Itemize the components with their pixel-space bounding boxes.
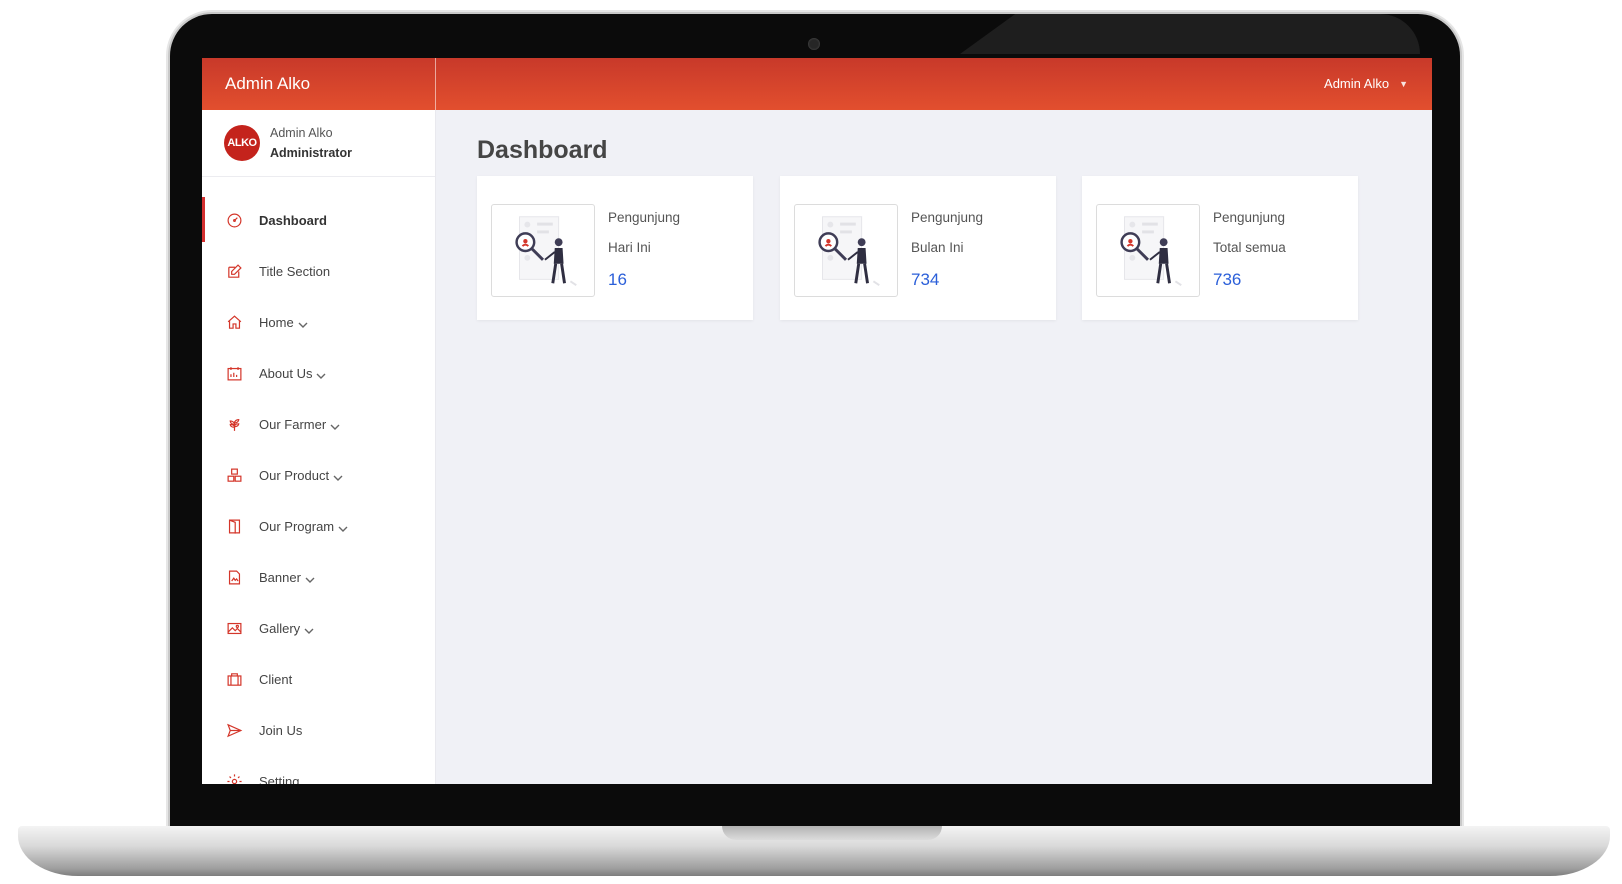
sidebar-item-label: Gallery <box>259 621 301 636</box>
chevron-down-icon <box>330 420 340 430</box>
sidebar-item-title-section[interactable]: Title Section <box>202 246 435 297</box>
screen: Admin Alko Admin Alko ▼ ALKO Admin Alko … <box>202 58 1432 784</box>
sidebar-item-home[interactable]: Home <box>202 297 435 348</box>
sidebar-item-label: Our Farmer <box>259 417 327 432</box>
sidebar-nav: Dashboard Title Section Home About Us Ou… <box>202 177 435 784</box>
card-sublabel: Bulan Ini <box>911 240 964 255</box>
base-notch <box>722 826 942 840</box>
top-navbar: Admin Alko Admin Alko ▼ <box>202 58 1432 110</box>
sidebar-item-label: Client <box>259 672 293 687</box>
lid-reflection <box>960 14 1420 54</box>
brand-title[interactable]: Admin Alko <box>202 58 436 110</box>
sidebar-item-label: Home <box>259 315 294 330</box>
sidebar-item-setting[interactable]: Setting <box>202 756 435 784</box>
card-value: 16 <box>608 270 627 289</box>
calendar-chart-icon <box>225 365 243 383</box>
sidebar-item-client[interactable]: Client <box>202 654 435 705</box>
gauge-icon <box>225 212 243 230</box>
sidebar-item-join-us[interactable]: Join Us <box>202 705 435 756</box>
edit-icon <box>225 263 243 281</box>
sidebar-item-label: Our Program <box>259 519 335 534</box>
search-person-illustration <box>491 204 595 297</box>
sidebar-item-about-us[interactable]: About Us <box>202 348 435 399</box>
sidebar-item-label: Our Product <box>259 468 330 483</box>
search-person-illustration <box>794 204 898 297</box>
card-value: 734 <box>911 270 940 289</box>
visitor-card-month: Pengunjung Bulan Ini 734 <box>780 176 1056 320</box>
chevron-down-icon <box>298 318 308 328</box>
sidebar-item-label: Setting <box>259 774 300 784</box>
sidebar-item-label: Dashboard <box>259 213 327 228</box>
file-image-icon <box>225 569 243 587</box>
sidebar-item-label: Join Us <box>259 723 303 738</box>
chevron-down-icon <box>316 369 326 379</box>
sidebar-item-label: Title Section <box>259 264 331 279</box>
sidebar-item-label: Banner <box>259 570 301 585</box>
visitor-card-today: Pengunjung Hari Ini 16 <box>477 176 753 320</box>
chevron-down-icon <box>333 471 343 481</box>
chevron-down-icon <box>338 522 348 532</box>
sidebar-item-banner[interactable]: Banner <box>202 552 435 603</box>
plant-icon <box>225 416 243 434</box>
card-label: Pengunjung <box>1213 210 1286 225</box>
camera-icon <box>808 38 820 50</box>
user-menu[interactable]: Admin Alko ▼ <box>1324 58 1408 110</box>
caret-down-icon: ▼ <box>1399 79 1408 89</box>
laptop-base <box>18 826 1610 876</box>
sidebar: ALKO Admin Alko Administrator Dashboard … <box>202 110 436 784</box>
gear-icon <box>225 773 243 784</box>
briefcase-icon <box>225 671 243 689</box>
sidebar-item-our-product[interactable]: Our Product <box>202 450 435 501</box>
card-label: Pengunjung <box>911 210 984 225</box>
main-content: Dashboard Pengunjung Hari Ini 16 Pengunj… <box>437 110 1432 784</box>
chevron-down-icon <box>304 624 314 634</box>
visitor-card-total: Pengunjung Total semua 736 <box>1082 176 1358 320</box>
chevron-down-icon <box>305 573 315 583</box>
home-icon <box>225 314 243 332</box>
card-sublabel: Hari Ini <box>608 240 651 255</box>
sidebar-item-our-program[interactable]: Our Program <box>202 501 435 552</box>
card-label: Pengunjung <box>608 210 681 225</box>
user-menu-label: Admin Alko <box>1324 76 1390 91</box>
image-icon <box>225 620 243 638</box>
sidebar-item-our-farmer[interactable]: Our Farmer <box>202 399 435 450</box>
boxes-icon <box>225 467 243 485</box>
send-icon <box>225 722 243 740</box>
sidebar-item-dashboard[interactable]: Dashboard <box>202 195 435 246</box>
card-sublabel: Total semua <box>1213 240 1286 255</box>
search-person-illustration <box>1096 204 1200 297</box>
sidebar-item-label: About Us <box>259 366 313 381</box>
door-icon <box>225 518 243 536</box>
card-value: 736 <box>1213 270 1242 289</box>
profile-name: Admin Alko <box>270 126 333 140</box>
profile-block: ALKO Admin Alko Administrator <box>202 110 435 177</box>
sidebar-item-gallery[interactable]: Gallery <box>202 603 435 654</box>
avatar: ALKO <box>224 125 260 161</box>
profile-role: Administrator <box>270 146 352 160</box>
page-title: Dashboard <box>477 136 608 164</box>
